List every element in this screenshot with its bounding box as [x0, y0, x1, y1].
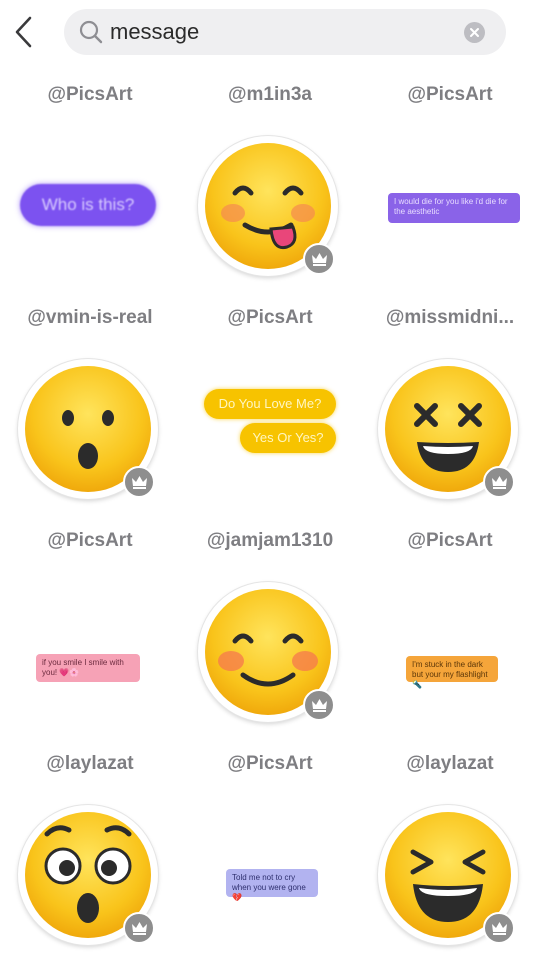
sticker-card: @m1in3a	[180, 66, 360, 289]
sticker-card: @laylazat	[360, 735, 540, 958]
message-bubble: Do You Love Me?	[204, 389, 336, 419]
author-name[interactable]: @PicsArt	[0, 530, 180, 552]
sticker-emoji[interactable]	[180, 136, 360, 276]
sticker-card: @vmin-is-real	[0, 289, 180, 512]
author-name[interactable]: @PicsArt	[360, 84, 540, 106]
search-icon	[79, 20, 103, 44]
author-name[interactable]: @PicsArt	[180, 753, 360, 775]
author-name[interactable]: @missmidni...	[360, 307, 540, 329]
sticker-card: @jamjam1310	[180, 512, 360, 735]
crown-icon	[492, 476, 507, 489]
clear-search-button[interactable]	[464, 22, 485, 43]
search-bar[interactable]	[64, 9, 506, 55]
author-name[interactable]: @laylazat	[360, 753, 540, 775]
sticker-row: @laylazat @PicsArt Told me not to cry wh…	[0, 735, 540, 958]
sticker-card: @PicsArt Told me not to cry when you wer…	[180, 735, 360, 958]
sticker-row: @PicsArt if you smile I smile with you! …	[0, 512, 540, 735]
author-name[interactable]: @PicsArt	[0, 84, 180, 106]
crown-icon	[132, 922, 147, 935]
author-name[interactable]: @PicsArt	[180, 307, 360, 329]
message-bubble-reply: Yes Or Yes?	[240, 423, 336, 453]
premium-crown-badge[interactable]	[123, 912, 155, 944]
sticker-bubble-love-me[interactable]: Do You Love Me? Yes Or Yes?	[180, 359, 360, 499]
sticker-card: @PicsArt if you smile I smile with you! …	[0, 512, 180, 735]
sticker-row: @vmin-is-real @PicsArt Do You Love Me? Y…	[0, 289, 540, 512]
premium-crown-badge[interactable]	[483, 466, 515, 498]
sticker-bubble-aesthetic[interactable]: I would die for you like i'd die for the…	[360, 136, 540, 276]
message-bubble: Told me not to cry when you were gone 💔	[226, 869, 318, 902]
sticker-emoji[interactable]	[0, 805, 180, 945]
premium-crown-badge[interactable]	[483, 912, 515, 944]
crown-icon	[312, 253, 327, 266]
sticker-card: @PicsArt I would die for you like i'd di…	[360, 66, 540, 289]
close-icon	[470, 28, 479, 37]
premium-crown-badge[interactable]	[303, 243, 335, 275]
crown-icon	[132, 476, 147, 489]
sticker-emoji[interactable]	[180, 582, 360, 722]
chevron-left-icon	[15, 16, 32, 48]
sticker-row: @PicsArt Who is this? @m1in3a @PicsArt I…	[0, 66, 540, 289]
premium-crown-badge[interactable]	[123, 466, 155, 498]
author-name[interactable]: @m1in3a	[180, 84, 360, 106]
sticker-bubble-smile[interactable]: if you smile I smile with you! 💗🌸	[0, 582, 180, 722]
sticker-bubble-who-is-this[interactable]: Who is this?	[0, 136, 180, 276]
crown-icon	[312, 699, 327, 712]
sticker-bubble-flashlight[interactable]: I'm stuck in the dark but your my flashl…	[360, 582, 540, 722]
message-bubble: I would die for you like i'd die for the…	[388, 193, 520, 223]
message-bubble: Who is this?	[20, 184, 156, 226]
message-bubble: if you smile I smile with you! 💗🌸	[36, 654, 140, 682]
search-input[interactable]	[110, 9, 450, 55]
sticker-card: @PicsArt Do You Love Me? Yes Or Yes?	[180, 289, 360, 512]
premium-crown-badge[interactable]	[303, 689, 335, 721]
search-header	[0, 0, 540, 64]
sticker-card: @missmidni...	[360, 289, 540, 512]
author-name[interactable]: @vmin-is-real	[0, 307, 180, 329]
author-name[interactable]: @laylazat	[0, 753, 180, 775]
crown-icon	[492, 922, 507, 935]
back-button[interactable]	[8, 12, 44, 52]
sticker-emoji[interactable]	[360, 805, 540, 945]
author-name[interactable]: @PicsArt	[360, 530, 540, 552]
sticker-grid: @PicsArt Who is this? @m1in3a @PicsArt I…	[0, 66, 540, 958]
sticker-card: @PicsArt Who is this?	[0, 66, 180, 289]
sticker-card: @laylazat	[0, 735, 180, 958]
sticker-bubble-dont-cry[interactable]: Told me not to cry when you were gone 💔	[180, 805, 360, 945]
sticker-emoji[interactable]	[0, 359, 180, 499]
message-bubble: I'm stuck in the dark but your my flashl…	[406, 656, 498, 689]
author-name[interactable]: @jamjam1310	[180, 530, 360, 552]
sticker-emoji[interactable]	[360, 359, 540, 499]
sticker-card: @PicsArt I'm stuck in the dark but your …	[360, 512, 540, 735]
